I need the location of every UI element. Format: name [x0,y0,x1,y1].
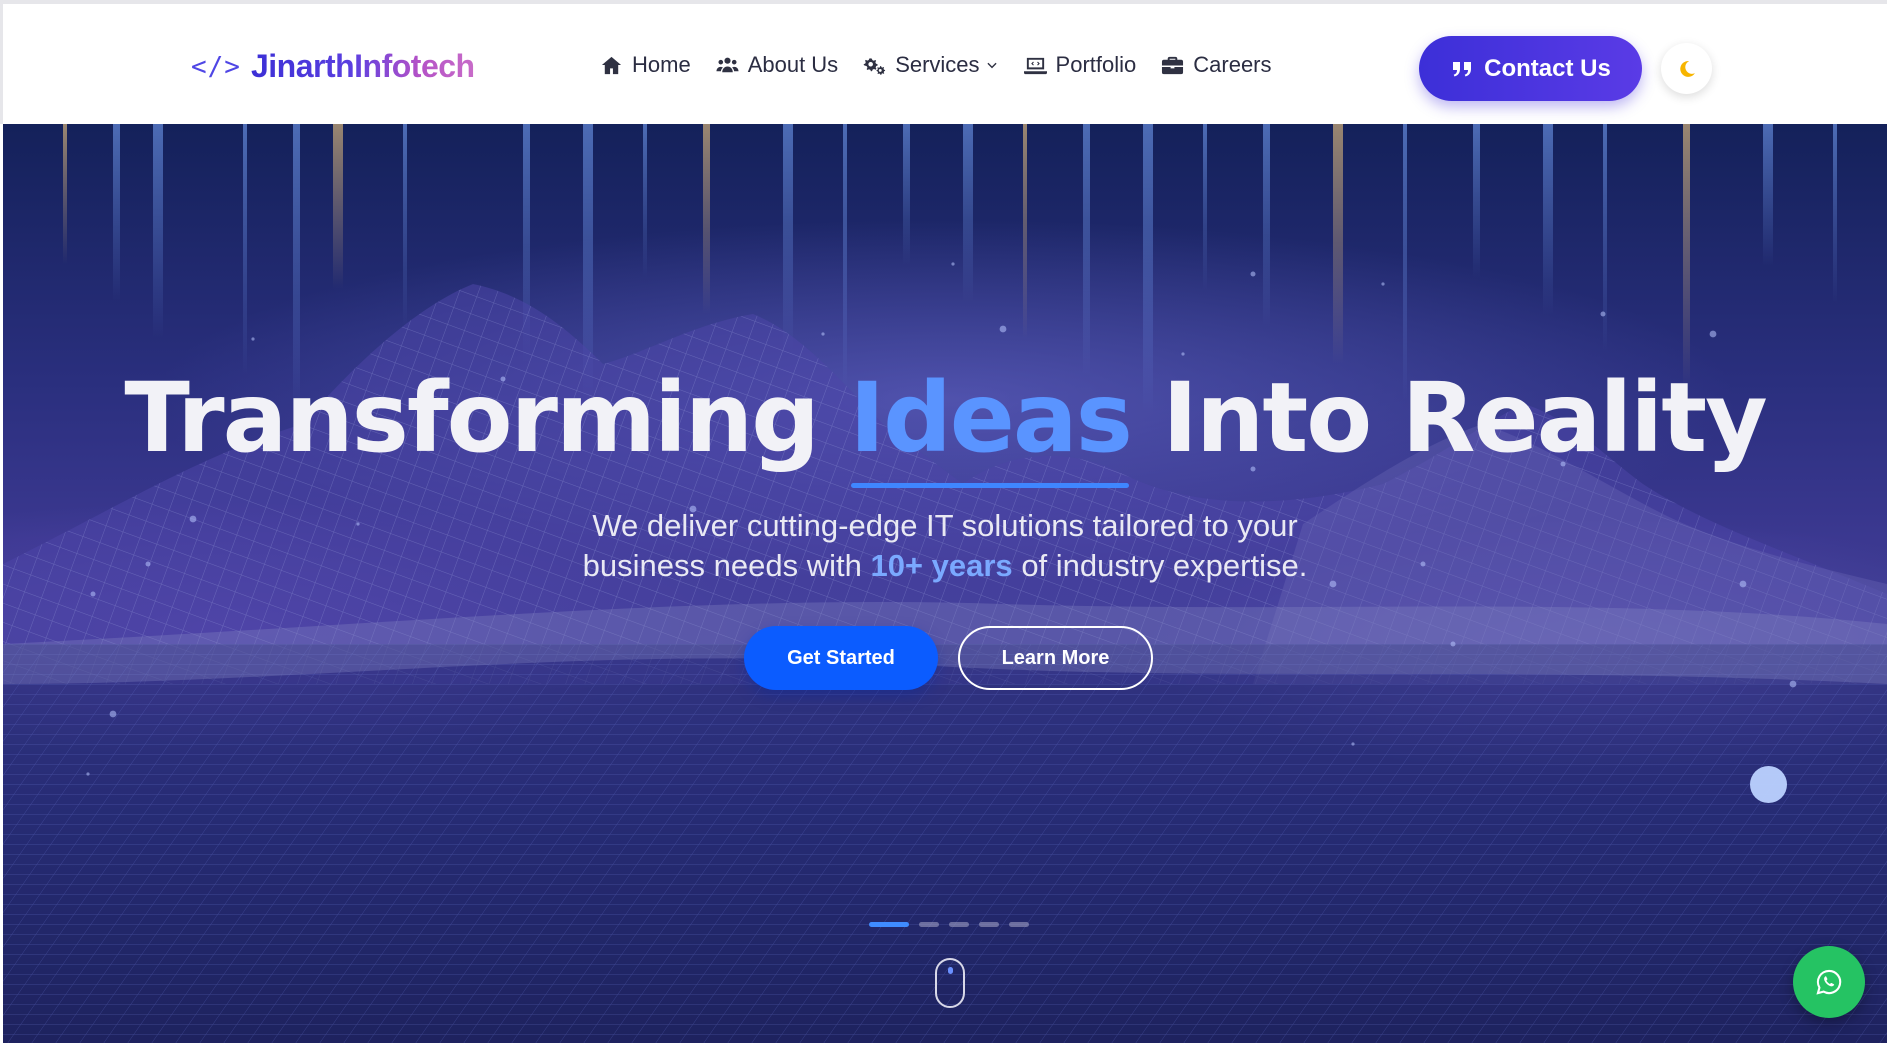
nav-item-careers[interactable]: Careers [1161,52,1272,78]
floating-orb [1750,766,1787,803]
logo[interactable]: </> JinarthInfotech [191,48,475,85]
nav-item-portfolio[interactable]: Portfolio [1023,52,1137,78]
carousel-dot[interactable] [1009,922,1029,927]
moon-icon [1679,60,1695,77]
users-icon [716,57,739,72]
carousel-dot[interactable] [919,922,939,927]
nav-label: About Us [747,52,839,77]
mouse-wheel [948,967,953,974]
briefcase-icon [1162,56,1184,74]
carousel-dot[interactable] [979,922,999,927]
whatsapp-button[interactable] [1793,946,1865,1018]
code-icon: </> [191,51,241,82]
quote-icon [1453,61,1472,76]
contact-us-button[interactable]: Contact Us [1419,36,1642,101]
home-icon [601,56,622,74]
learn-more-button[interactable]: Learn More [958,626,1153,690]
nav-item-services[interactable]: Services [863,52,998,78]
hero-subtitle-accent: 10+ years [870,548,1013,583]
theme-toggle-button[interactable] [1661,43,1712,94]
nav-label: Services [895,52,980,77]
contact-us-label: Contact Us [1484,54,1611,82]
get-started-button[interactable]: Get Started [744,626,938,690]
hero-subtitle: We deliver cutting-edge IT solutions tai… [445,506,1445,586]
logo-text: JinarthInfotech [250,48,475,84]
nav-menu: Home About Us Services Portfolio Careers [600,52,1297,78]
scroll-down-mouse-icon[interactable] [935,958,965,1008]
navbar: </> JinarthInfotech Home About Us Servic… [0,0,1887,124]
hero-title-part1: Transforming [124,362,820,474]
hero-title: Transforming Ideas Into Reality [3,362,1887,488]
hero-section: Transforming Ideas Into Reality We deliv… [3,124,1887,1043]
carousel-indicators [869,922,1029,927]
nav-label: Portfolio [1055,52,1137,77]
whatsapp-icon [1816,969,1842,995]
carousel-dot[interactable] [949,922,969,927]
hero-title-highlight: Ideas [849,362,1133,488]
hero-subtitle-line2-after: of industry expertise. [1021,548,1308,583]
hero-subtitle-line1: We deliver cutting-edge IT solutions tai… [592,508,1298,543]
gears-icon [863,57,886,75]
page: </> JinarthInfotech Home About Us Servic… [0,0,1887,1043]
nav-item-about[interactable]: About Us [716,52,839,78]
nav-item-home[interactable]: Home [600,52,691,78]
hero-subtitle-line2-before: business needs with [582,548,862,583]
chevron-down-icon [986,62,997,69]
hero-title-part2: Into Reality [1162,362,1767,474]
laptop-code-icon [1023,57,1047,74]
carousel-dot[interactable] [869,922,909,927]
nav-label: Careers [1193,52,1272,77]
nav-label: Home [632,52,691,77]
